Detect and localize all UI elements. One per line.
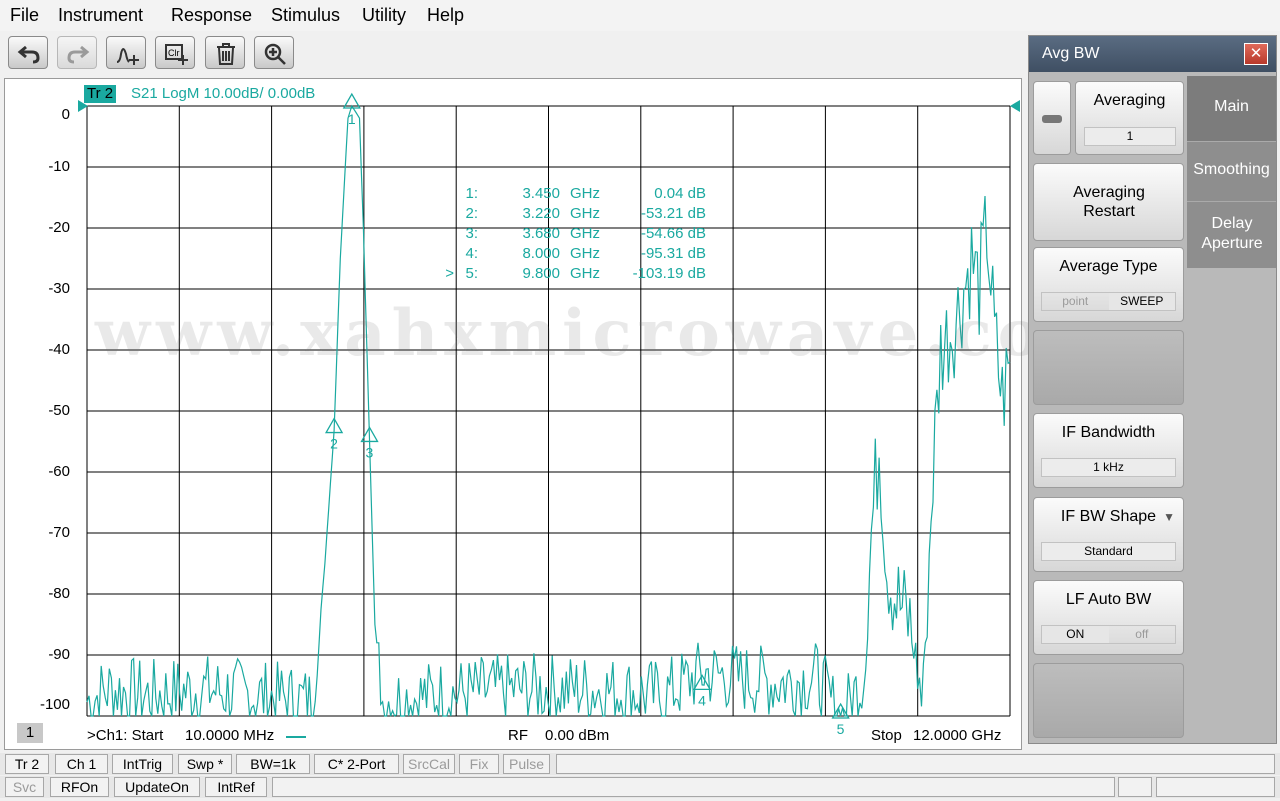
averaging-button[interactable]: Averaging 1 bbox=[1075, 81, 1184, 155]
marker-row-unit: GHz bbox=[570, 225, 600, 242]
rf-power-value[interactable]: 0.00 dBm bbox=[545, 727, 609, 744]
close-icon: ✕ bbox=[1249, 45, 1263, 62]
status-srccal[interactable]: SrcCal bbox=[403, 754, 455, 774]
rf-label: RF bbox=[508, 727, 528, 744]
marker-label: 1 bbox=[348, 111, 356, 127]
status-calibration[interactable]: C* 2-Port bbox=[314, 754, 399, 774]
status-intref[interactable]: IntRef bbox=[205, 777, 267, 797]
blank-softkey bbox=[1033, 663, 1184, 738]
status-empty bbox=[556, 754, 1275, 774]
averaging-label: Averaging bbox=[1093, 92, 1166, 109]
average-type-label: Average Type bbox=[1059, 258, 1158, 275]
tab-delay-aperture-label: Delay Aperture bbox=[1201, 215, 1263, 252]
status-trace[interactable]: Tr 2 bbox=[5, 754, 49, 774]
lf-auto-bw-off[interactable]: off bbox=[1109, 626, 1176, 643]
status-channel[interactable]: Ch 1 bbox=[55, 754, 108, 774]
status-bar-top: Tr 2 Ch 1 IntTrig Swp * BW=1k C* 2-Port … bbox=[0, 753, 1280, 775]
start-value[interactable]: 10.0000 MHz bbox=[185, 727, 274, 744]
averaging-restart-button[interactable]: Averaging Restart bbox=[1033, 163, 1184, 241]
status-empty bbox=[272, 777, 1115, 797]
average-type-point[interactable]: point bbox=[1042, 293, 1109, 310]
marker-row-unit: GHz bbox=[570, 205, 600, 222]
stop-value[interactable]: 12.0000 GHz bbox=[913, 727, 1001, 744]
marker-row-num: 1: bbox=[465, 185, 478, 202]
if-bandwidth-button[interactable]: IF Bandwidth 1 kHz bbox=[1033, 413, 1184, 488]
panel-title: Avg BW bbox=[1042, 45, 1100, 62]
status-bar-bottom: Svc RFOn UpdateOn IntRef bbox=[0, 776, 1280, 798]
marker-label: 5 bbox=[837, 721, 845, 737]
status-fix[interactable]: Fix bbox=[459, 754, 499, 774]
if-bandwidth-value[interactable]: 1 kHz bbox=[1041, 458, 1176, 477]
marker-row-num: 2: bbox=[465, 205, 478, 222]
tab-smoothing-label: Smoothing bbox=[1193, 161, 1270, 178]
averaging-value[interactable]: 1 bbox=[1084, 127, 1176, 146]
close-button[interactable]: ✕ bbox=[1244, 43, 1268, 65]
marker-row-num: 5: bbox=[465, 265, 478, 282]
watermark: www.xahxmicrowave.com bbox=[95, 296, 1120, 371]
if-bw-shape-value[interactable]: Standard bbox=[1041, 542, 1176, 561]
marker-label: 2 bbox=[330, 436, 338, 452]
marker-row-value: -95.31 dB bbox=[640, 245, 706, 262]
status-trigger[interactable]: IntTrig bbox=[112, 754, 173, 774]
marker-row-freq: 8.000 bbox=[522, 245, 560, 262]
marker-row-freq: 3.680 bbox=[522, 225, 560, 242]
marker-row-value: -103.19 dB bbox=[632, 265, 706, 282]
average-type-toggle[interactable]: point SWEEP bbox=[1041, 292, 1176, 311]
start-label: >Ch1: Start bbox=[87, 727, 164, 744]
averaging-toggle-button[interactable] bbox=[1033, 81, 1071, 155]
trace-legend-line bbox=[286, 736, 306, 738]
if-bw-shape-label: IF BW Shape bbox=[1060, 508, 1157, 525]
marker-row-unit: GHz bbox=[570, 245, 600, 262]
if-bandwidth-label: IF Bandwidth bbox=[1061, 424, 1156, 441]
lf-auto-bw-label: LF Auto BW bbox=[1065, 591, 1152, 608]
marker-row-freq: 3.450 bbox=[522, 185, 560, 202]
average-type-button[interactable]: Average Type point SWEEP bbox=[1033, 247, 1184, 322]
status-update-on[interactable]: UpdateOn bbox=[114, 777, 200, 797]
marker-row-freq: 3.220 bbox=[522, 205, 560, 222]
marker-row-freq: 9.800 bbox=[522, 265, 560, 282]
if-bw-shape-button[interactable]: IF BW Shape ▼ Standard bbox=[1033, 497, 1184, 572]
marker-label: 4 bbox=[698, 692, 706, 708]
marker-row-num: 4: bbox=[465, 245, 478, 262]
trace-plot[interactable]: 1 2 3 4 5 bbox=[0, 0, 1024, 760]
average-type-sweep[interactable]: SWEEP bbox=[1108, 293, 1175, 310]
lf-auto-bw-on[interactable]: ON bbox=[1042, 626, 1109, 643]
reference-right-arrow bbox=[1010, 100, 1020, 112]
marker-label: 3 bbox=[366, 444, 374, 460]
status-bandwidth[interactable]: BW=1k bbox=[236, 754, 310, 774]
marker-row-unit: GHz bbox=[570, 185, 600, 202]
averaging-restart-label: Averaging Restart bbox=[1073, 184, 1145, 220]
stop-label: Stop bbox=[871, 727, 902, 744]
status-empty bbox=[1156, 777, 1275, 797]
dropdown-arrow-icon: ▼ bbox=[1163, 510, 1175, 524]
status-pulse[interactable]: Pulse bbox=[503, 754, 550, 774]
lf-auto-bw-button[interactable]: LF Auto BW ON off bbox=[1033, 580, 1184, 655]
marker-row-value: 0.04 dB bbox=[654, 185, 706, 202]
marker-row-num: 3: bbox=[465, 225, 478, 242]
status-rf-on[interactable]: RFOn bbox=[50, 777, 109, 797]
marker-row-value: -54.66 dB bbox=[640, 225, 706, 242]
marker-row-value: -53.21 dB bbox=[640, 205, 706, 222]
status-svc[interactable]: Svc bbox=[5, 777, 44, 797]
channel-badge[interactable]: 1 bbox=[17, 723, 43, 743]
status-empty bbox=[1118, 777, 1152, 797]
lf-auto-bw-toggle[interactable]: ON off bbox=[1041, 625, 1176, 644]
status-sweep[interactable]: Swp * bbox=[178, 754, 232, 774]
active-marker-indicator: > bbox=[445, 265, 454, 282]
toggle-indicator-icon bbox=[1042, 115, 1062, 123]
tab-main-label: Main bbox=[1214, 98, 1249, 115]
marker-row-unit: GHz bbox=[570, 265, 600, 282]
blank-softkey bbox=[1033, 330, 1184, 405]
